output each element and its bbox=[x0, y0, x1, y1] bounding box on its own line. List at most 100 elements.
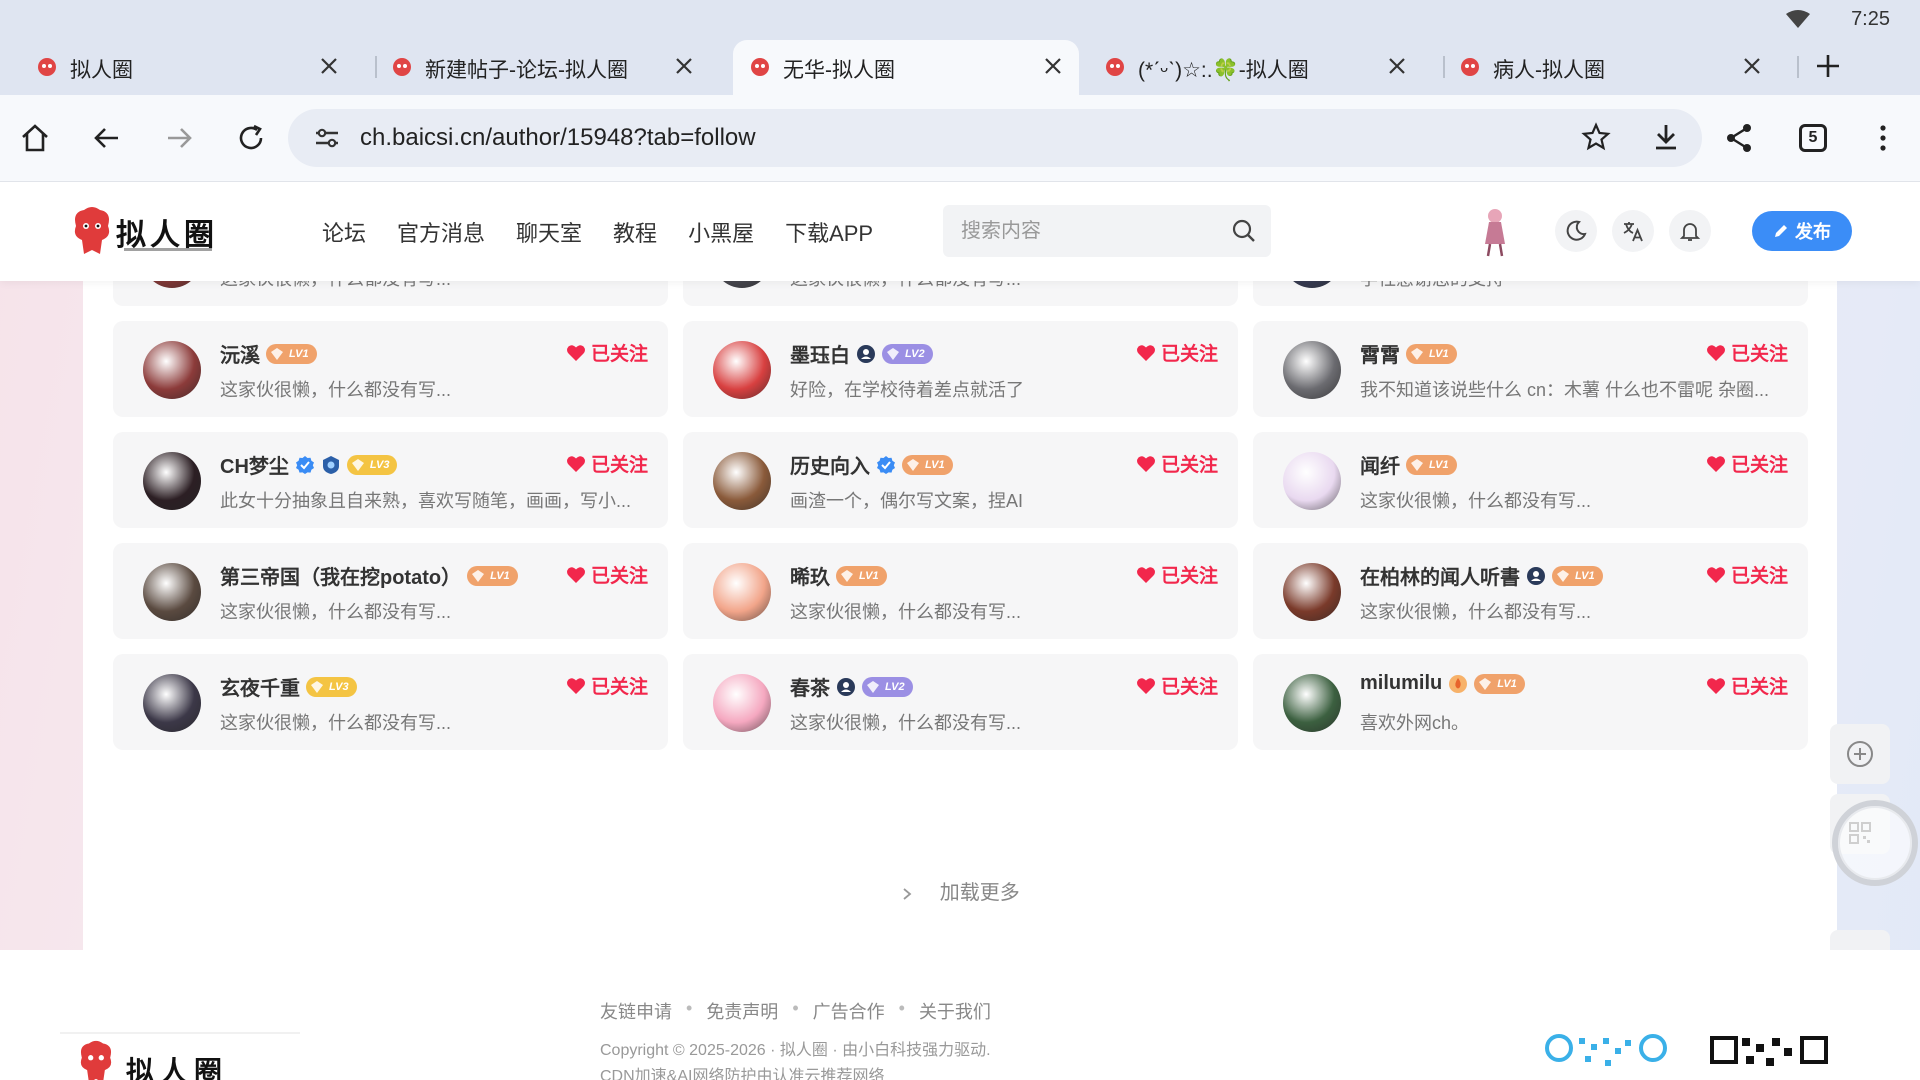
followed-button[interactable]: 已关注 bbox=[1706, 339, 1788, 366]
home-icon[interactable] bbox=[18, 121, 52, 155]
level-text: LV1 bbox=[1429, 458, 1449, 471]
user-name-row: 第三帝国（我在挖potato） LV1 bbox=[220, 561, 518, 590]
user-avatar[interactable] bbox=[1283, 452, 1341, 510]
footer-link-about[interactable]: 关于我们 bbox=[919, 998, 991, 1024]
follow-user-card[interactable]: 玄夜千重 LV3 这家伙很懒，什么都没有写... 已关注 bbox=[113, 654, 668, 750]
follow-user-card[interactable]: 沅溪 LV1 这家伙很懒，什么都没有写... 已关注 bbox=[113, 321, 668, 417]
user-name[interactable]: 历史向入 bbox=[790, 450, 870, 479]
followed-label: 已关注 bbox=[1160, 344, 1218, 365]
user-name[interactable]: 沅溪 bbox=[220, 339, 260, 368]
follow-user-card[interactable]: 霄霄 LV1 我不知道该说些什么 cn：木薯 什么也不雷呢 杂圈... 已关注 bbox=[1253, 321, 1808, 417]
follow-user-card[interactable]: 墨珏白 LV2 好险，在学校待着差点就活了 已关注 bbox=[683, 321, 1238, 417]
user-avatar[interactable] bbox=[143, 341, 201, 399]
follow-user-card[interactable]: 春茶 LV2 这家伙很懒，什么都没有写... 已关注 bbox=[683, 654, 1238, 750]
tab-3[interactable]: (*ˊᵕˋ)☆:.🍀-拟人圈 bbox=[1068, 40, 1423, 95]
user-name[interactable]: CH梦尘 bbox=[220, 450, 289, 479]
url-text[interactable]: ch.baicsi.cn/author/15948?tab=follow bbox=[360, 124, 756, 152]
user-avatar[interactable] bbox=[713, 563, 771, 621]
follow-user-card[interactable]: 闻纤 LV1 这家伙很懒，什么都没有写... 已关注 bbox=[1253, 432, 1808, 528]
close-tab-icon[interactable] bbox=[1385, 54, 1409, 78]
tab-switcher-button[interactable]: 5 bbox=[1799, 124, 1827, 152]
nav-download-app[interactable]: 下载APP bbox=[785, 216, 873, 248]
tab-2-active[interactable]: 无华-拟人圈 bbox=[733, 40, 1079, 95]
user-name[interactable]: 晞玖 bbox=[790, 561, 830, 590]
back-arrow-icon[interactable] bbox=[90, 121, 124, 155]
close-tab-icon[interactable] bbox=[317, 54, 341, 78]
follow-user-card[interactable]: 第三帝国（我在挖potato） LV1 这家伙很懒，什么都没有写... 已关注 bbox=[113, 543, 668, 639]
bookmark-star-icon[interactable] bbox=[1580, 121, 1612, 153]
site-settings-icon[interactable] bbox=[312, 123, 342, 153]
footer-link-friend[interactable]: 友链申请 bbox=[600, 998, 672, 1024]
followed-button[interactable]: 已关注 bbox=[1706, 672, 1788, 699]
dark-mode-button[interactable] bbox=[1555, 210, 1597, 252]
followed-button[interactable]: 已关注 bbox=[1136, 561, 1218, 588]
close-tab-icon[interactable] bbox=[1740, 54, 1764, 78]
site-logo[interactable]: 拟人圈 bbox=[70, 206, 220, 262]
user-avatar[interactable] bbox=[713, 674, 771, 732]
publish-button[interactable]: 发布 bbox=[1752, 211, 1852, 251]
follow-user-card[interactable]: 晞玖 LV1 这家伙很懒，什么都没有写... 已关注 bbox=[683, 543, 1238, 639]
followed-button[interactable]: 已关注 bbox=[566, 339, 648, 366]
user-avatar[interactable] bbox=[713, 341, 771, 399]
followed-button[interactable]: 已关注 bbox=[566, 561, 648, 588]
nav-forum[interactable]: 论坛 bbox=[322, 216, 366, 248]
tab-1[interactable]: 新建帖子-论坛-拟人圈 bbox=[355, 40, 710, 95]
download-icon[interactable] bbox=[1650, 121, 1682, 153]
user-name[interactable]: 第三帝国（我在挖potato） bbox=[220, 561, 461, 590]
new-tab-icon[interactable] bbox=[1812, 50, 1844, 82]
heart-icon bbox=[566, 344, 585, 361]
level-badge: LV1 bbox=[902, 454, 953, 475]
flame-badge-icon bbox=[1449, 674, 1468, 693]
user-name[interactable]: 在柏林的闻人听書 bbox=[1360, 561, 1520, 590]
tab-0[interactable]: 拟人圈 bbox=[0, 40, 355, 95]
nav-official-news[interactable]: 官方消息 bbox=[397, 216, 485, 248]
nav-tutorial[interactable]: 教程 bbox=[613, 216, 657, 248]
footer-link-disclaimer[interactable]: 免责声明 bbox=[706, 998, 778, 1024]
follow-user-card[interactable]: milumilu LV1 喜欢外网ch。 已关注 bbox=[1253, 654, 1808, 750]
user-avatar[interactable] bbox=[143, 452, 201, 510]
followed-button[interactable]: 已关注 bbox=[1136, 339, 1218, 366]
nav-blackroom[interactable]: 小黑屋 bbox=[688, 216, 754, 248]
followed-button[interactable]: 已关注 bbox=[1706, 561, 1788, 588]
search-input[interactable] bbox=[961, 217, 1221, 245]
user-name[interactable]: 霄霄 bbox=[1360, 339, 1400, 368]
nav-chatroom[interactable]: 聊天室 bbox=[516, 216, 582, 248]
follow-user-card[interactable]: 在柏林的闻人听書 LV1 这家伙很懒，什么都没有写... 已关注 bbox=[1253, 543, 1808, 639]
followed-button[interactable]: 已关注 bbox=[1706, 450, 1788, 477]
assistive-touch-button[interactable] bbox=[1832, 800, 1918, 886]
forward-arrow-icon[interactable] bbox=[162, 121, 196, 155]
user-avatar[interactable] bbox=[1283, 674, 1341, 732]
followed-label: 已关注 bbox=[590, 566, 648, 587]
reload-icon[interactable] bbox=[234, 121, 268, 155]
search-icon[interactable] bbox=[1231, 218, 1257, 244]
followed-button[interactable]: 已关注 bbox=[566, 450, 648, 477]
close-tab-icon[interactable] bbox=[1041, 54, 1065, 78]
followed-button[interactable]: 已关注 bbox=[1136, 672, 1218, 699]
user-name[interactable]: 闻纤 bbox=[1360, 450, 1400, 479]
follow-user-card[interactable]: 历史向入 LV1 画渣一个，偶尔写文案，捏AI 已关注 bbox=[683, 432, 1238, 528]
qr-code-image-icon bbox=[1710, 1036, 1828, 1066]
translate-button[interactable] bbox=[1612, 210, 1654, 252]
notifications-button[interactable] bbox=[1669, 210, 1711, 252]
tab-4[interactable]: 病人-拟人圈 bbox=[1423, 40, 1778, 95]
user-avatar[interactable] bbox=[143, 563, 201, 621]
close-tab-icon[interactable] bbox=[672, 54, 696, 78]
zoom-in-button[interactable] bbox=[1830, 724, 1890, 784]
followed-button[interactable]: 已关注 bbox=[566, 672, 648, 699]
user-avatar[interactable] bbox=[713, 452, 771, 510]
follow-user-card[interactable]: CH梦尘 LV3 此女十分抽象且自来熟，喜欢写随笔，画画，写小... 已关注 bbox=[113, 432, 668, 528]
address-bar[interactable]: ch.baicsi.cn/author/15948?tab=follow bbox=[288, 109, 1702, 167]
user-avatar[interactable] bbox=[1283, 341, 1341, 399]
footer-link-ads[interactable]: 广告合作 bbox=[813, 998, 885, 1024]
user-avatar[interactable] bbox=[1283, 563, 1341, 621]
load-more-button[interactable]: 加载更多 bbox=[83, 876, 1837, 905]
user-bio: 此女十分抽象且自来熟，喜欢写随笔，画画，写小... bbox=[220, 491, 632, 511]
share-icon[interactable] bbox=[1722, 121, 1756, 155]
user-name[interactable]: 墨珏白 bbox=[790, 339, 850, 368]
user-name[interactable]: 玄夜千重 bbox=[220, 672, 300, 701]
followed-button[interactable]: 已关注 bbox=[1136, 450, 1218, 477]
user-name[interactable]: milumilu bbox=[1360, 672, 1442, 695]
user-name[interactable]: 春茶 bbox=[790, 672, 830, 701]
more-menu-icon[interactable] bbox=[1866, 121, 1900, 155]
user-avatar[interactable] bbox=[143, 674, 201, 732]
